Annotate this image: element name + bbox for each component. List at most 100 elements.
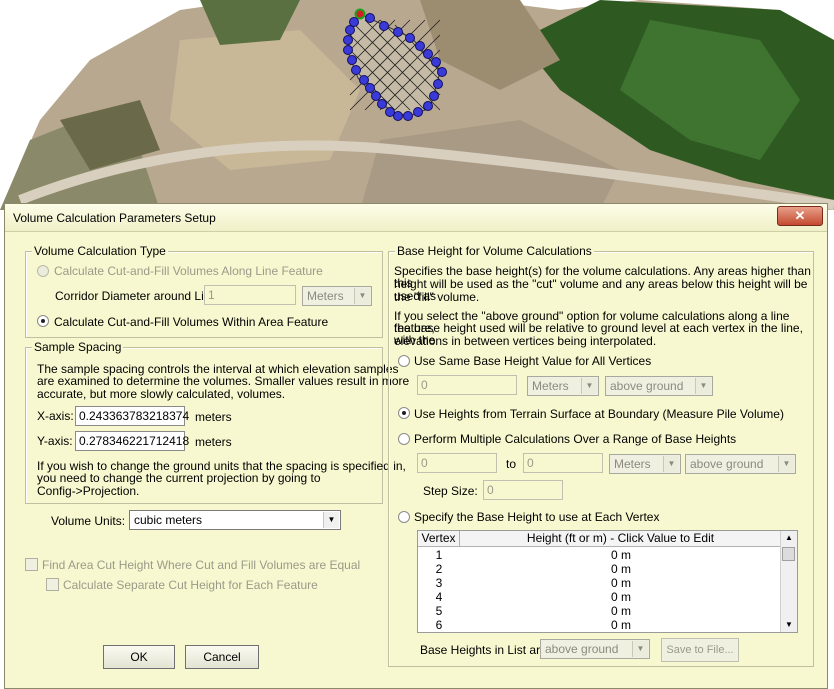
vertex-height[interactable]: 0 m (460, 590, 782, 604)
vertex-marker[interactable] (349, 17, 359, 27)
spacing-desc-2: are examined to determine the volumes. S… (37, 374, 410, 388)
separate-cut-height-label: Calculate Separate Cut Height for Each F… (63, 578, 318, 592)
vertex-marker[interactable] (347, 55, 357, 65)
list-ref-label: Base Heights in List are (420, 643, 547, 657)
list-ref-value: above ground (545, 642, 619, 656)
vertex-marker[interactable] (403, 111, 413, 121)
vertex-height[interactable]: 0 m (460, 576, 782, 590)
vertex-marker[interactable] (379, 21, 389, 31)
y-axis-label: Y-axis: (37, 434, 73, 448)
find-cut-height-checkbox[interactable] (25, 558, 38, 571)
vertex-marker[interactable] (371, 91, 381, 101)
table-row[interactable]: 5 0 m (418, 604, 782, 618)
base-desc-3: the "fill" volume. (394, 290, 480, 304)
corridor-label: Corridor Diameter around Line: (55, 289, 221, 303)
scroll-thumb[interactable] (782, 547, 795, 561)
sample-spacing-label: Sample Spacing (32, 340, 124, 354)
dialog-title: Volume Calculation Parameters Setup (13, 211, 216, 225)
vertex-id: 1 (435, 548, 443, 562)
vertex-marker[interactable] (413, 107, 423, 117)
vertex-marker[interactable] (365, 13, 375, 23)
x-axis-spacing-input[interactable]: 0.243363783218374 (75, 406, 189, 426)
vertex-height[interactable]: 0 m (460, 562, 782, 576)
same-ref-select[interactable]: above ground ▼ (605, 376, 713, 396)
vertex-marker[interactable] (429, 91, 439, 101)
same-units-select[interactable]: Meters ▼ (527, 376, 599, 396)
table-row[interactable]: 4 0 m (418, 590, 782, 604)
corridor-units-value: Meters (307, 289, 344, 303)
same-base-height-radio[interactable] (398, 355, 410, 367)
close-button[interactable]: ✕ (777, 206, 823, 226)
column-header-height[interactable]: Height (ft or m) - Click Value to Edit (460, 531, 782, 547)
vertex-marker[interactable] (437, 67, 447, 77)
vertex-height-table[interactable]: Vertex Height (ft or m) - Click Value to… (417, 530, 798, 633)
volume-units-select[interactable]: cubic meters ▼ (129, 510, 341, 530)
base-desc-6: elevations in between vertices being int… (394, 334, 657, 348)
range-from-input[interactable]: 0 (417, 453, 497, 473)
vertex-marker[interactable] (377, 99, 387, 109)
area-feature-radio[interactable] (37, 315, 49, 327)
table-row[interactable]: 3 0 m (418, 576, 782, 590)
vertex-marker[interactable] (343, 35, 353, 45)
line-feature-radio[interactable] (37, 265, 49, 277)
vertex-marker[interactable] (423, 101, 433, 111)
x-axis-label: X-axis: (37, 409, 74, 423)
chevron-down-icon: ▼ (695, 378, 711, 394)
multi-ref-select[interactable]: above ground ▼ (685, 454, 796, 474)
vertex-height[interactable]: 0 m (460, 604, 782, 618)
each-vertex-label: Specify the Base Height to use at Each V… (414, 510, 660, 524)
vertex-marker[interactable] (385, 107, 395, 117)
step-size-label: Step Size: (423, 484, 478, 498)
vertex-markers (343, 8, 447, 121)
vertex-marker[interactable] (415, 41, 425, 51)
multi-units-select[interactable]: Meters ▼ (609, 454, 681, 474)
multiple-calcs-radio[interactable] (398, 433, 410, 445)
vertex-marker[interactable] (393, 27, 403, 37)
y-axis-units: meters (195, 435, 232, 449)
volume-units-value: cubic meters (134, 513, 203, 527)
ok-button[interactable]: OK (103, 645, 175, 669)
vertex-marker[interactable] (351, 65, 361, 75)
table-scrollbar[interactable]: ▲ ▼ (780, 531, 797, 632)
multi-ref-value: above ground (690, 457, 764, 471)
area-feature-label: Calculate Cut-and-Fill Volumes Within Ar… (54, 315, 329, 329)
spacing-note-2: you need to change the current projectio… (37, 471, 321, 485)
y-axis-spacing-input[interactable]: 0.278346221712418 (75, 431, 189, 451)
volume-units-label: Volume Units: (51, 514, 126, 528)
vertex-id: 2 (435, 562, 443, 576)
step-size-input[interactable]: 0 (483, 480, 563, 500)
multi-units-value: Meters (614, 457, 651, 471)
vertex-marker[interactable] (431, 57, 441, 67)
same-base-height-input[interactable]: 0 (417, 375, 517, 395)
vertex-marker[interactable] (365, 83, 375, 93)
same-ref-value: above ground (610, 379, 684, 393)
volume-parameters-dialog: Volume Calculation Parameters Setup ✕ Vo… (4, 203, 828, 689)
list-ref-select[interactable]: above ground ▼ (540, 639, 650, 659)
cancel-button[interactable]: Cancel (185, 645, 259, 669)
chevron-down-icon: ▼ (581, 378, 597, 394)
each-vertex-radio[interactable] (398, 511, 410, 523)
chevron-down-icon: ▼ (632, 641, 648, 657)
range-to-input[interactable]: 0 (523, 453, 603, 473)
corridor-diameter-input[interactable]: 1 (204, 285, 296, 305)
save-to-file-button[interactable]: Save to File... (661, 638, 739, 662)
vertex-id: 6 (435, 618, 443, 632)
vertex-height[interactable]: 0 m (460, 618, 782, 632)
vertex-marker[interactable] (359, 75, 369, 85)
vertex-height[interactable]: 0 m (460, 548, 782, 562)
terrain-surface-radio[interactable] (398, 407, 410, 419)
scroll-down-icon[interactable]: ▼ (781, 618, 797, 632)
table-row[interactable]: 6 0 m (418, 618, 782, 632)
vertex-marker[interactable] (354, 8, 366, 20)
table-row[interactable]: 1 0 m (418, 548, 782, 562)
table-row[interactable]: 2 0 m (418, 562, 782, 576)
find-cut-height-label: Find Area Cut Height Where Cut and Fill … (42, 558, 361, 572)
vertex-marker[interactable] (343, 45, 353, 55)
vertex-marker[interactable] (423, 49, 433, 59)
scroll-up-icon[interactable]: ▲ (781, 531, 797, 545)
vertex-marker[interactable] (433, 79, 443, 89)
column-header-vertex[interactable]: Vertex (418, 531, 460, 547)
vertex-marker[interactable] (405, 33, 415, 43)
corridor-units-select[interactable]: Meters ▼ (302, 286, 372, 306)
separate-cut-height-checkbox[interactable] (46, 578, 59, 591)
